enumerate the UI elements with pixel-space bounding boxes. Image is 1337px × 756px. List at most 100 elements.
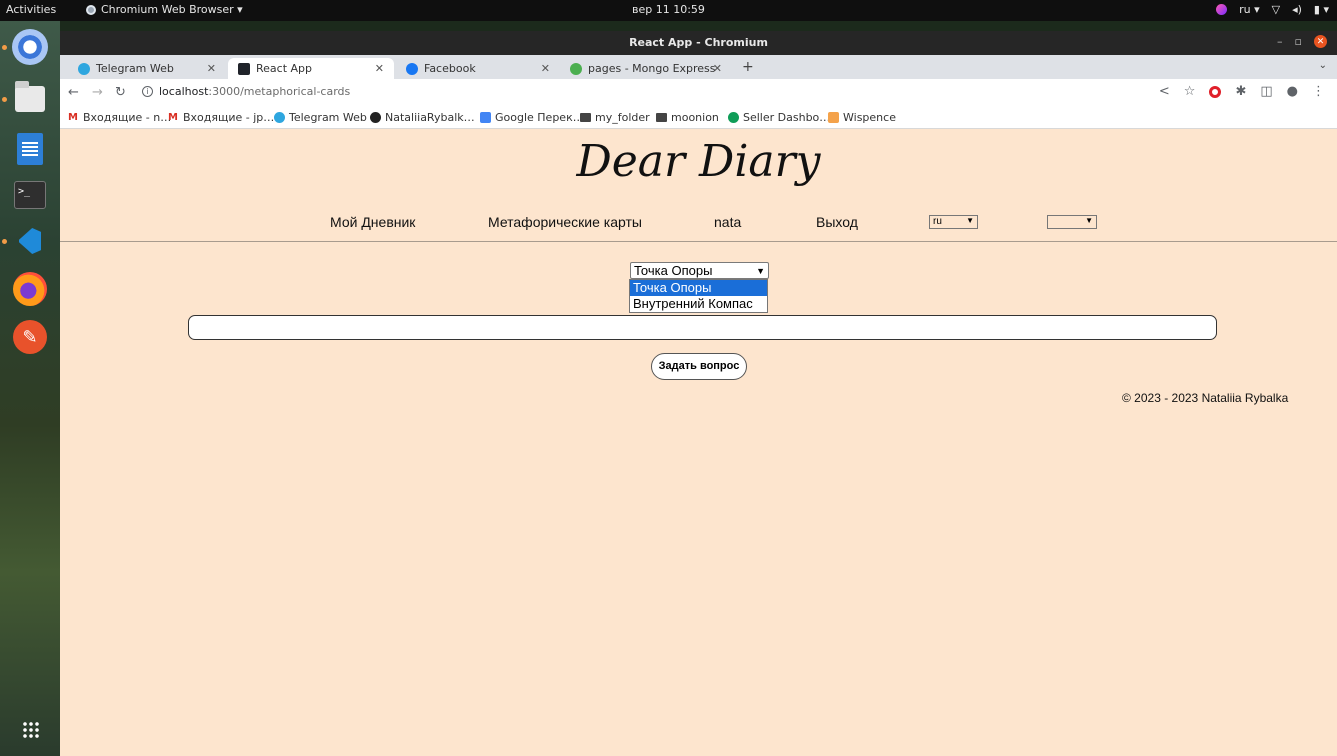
github-icon: [370, 112, 381, 123]
tab-label: React App: [256, 62, 313, 75]
running-indicator: [2, 239, 7, 244]
firefox-tray-icon[interactable]: [1216, 4, 1228, 15]
bookmark-label: Wispence: [843, 111, 896, 124]
app-menu[interactable]: Chromium Web Browser ▾: [86, 3, 243, 16]
copyright-footer: © 2023 - 2023 Nataliia Rybalka: [1122, 391, 1289, 405]
chevron-down-icon: ▼: [1085, 216, 1093, 225]
nav-my-diary[interactable]: Мой Дневник: [330, 214, 415, 230]
bookmark-item[interactable]: Wispence: [828, 111, 896, 124]
tab-label: pages - Mongo Express: [588, 62, 716, 75]
browser-toolbar: ← → ↻ i localhost:3000/metaphorical-card…: [60, 79, 1337, 107]
tab-search-chevron-icon[interactable]: ⌄: [1319, 60, 1327, 71]
activities-button[interactable]: Activities: [6, 3, 56, 16]
secondary-select[interactable]: ▼: [1047, 215, 1097, 229]
address-bar[interactable]: i localhost:3000/metaphorical-cards: [142, 85, 350, 98]
nav-metaphorical-cards[interactable]: Метафорические карты: [488, 214, 642, 230]
site-logo[interactable]: Dear Diary: [60, 136, 1337, 187]
nav-logout[interactable]: Выход: [816, 214, 858, 230]
tab-close-icon[interactable]: ✕: [207, 62, 216, 75]
language-select-value: ru: [933, 216, 942, 227]
app-menu-label: Chromium Web Browser ▾: [101, 3, 243, 16]
tab-close-icon[interactable]: ✕: [375, 62, 384, 75]
folder-icon: [656, 113, 667, 122]
language-indicator[interactable]: ru ▾: [1239, 3, 1260, 16]
bookmark-item[interactable]: Telegram Web: [274, 111, 367, 124]
profile-icon[interactable]: ●: [1287, 84, 1298, 99]
dock-postman[interactable]: ✎: [10, 317, 50, 357]
bookmark-label: moonion: [671, 111, 719, 124]
minimize-icon[interactable]: –: [1277, 35, 1283, 48]
bookmark-item[interactable]: my_folder: [580, 111, 650, 124]
reload-icon[interactable]: ↻: [115, 85, 126, 100]
bookmark-item[interactable]: Seller Dashbo…: [728, 111, 830, 124]
tab-react-app[interactable]: React App ✕: [228, 58, 394, 79]
seller-icon: [728, 112, 739, 123]
dropdown-option[interactable]: Точка Опоры: [630, 280, 767, 296]
bookmark-star-icon[interactable]: ☆: [1184, 84, 1196, 99]
bookmarks-bar: M Входящие - n… M Входящие - jp… Telegram …: [60, 107, 1337, 129]
share-icon[interactable]: <: [1159, 84, 1170, 99]
dock-chromium[interactable]: [10, 27, 50, 67]
bookmark-item[interactable]: moonion: [656, 111, 719, 124]
dock-files[interactable]: [10, 79, 50, 119]
tab-facebook[interactable]: Facebook ✕: [396, 58, 560, 79]
terminal-icon: >_: [14, 181, 46, 209]
dock-vscode[interactable]: [10, 221, 50, 261]
tab-close-icon[interactable]: ✕: [541, 62, 550, 75]
dock-terminal[interactable]: >_: [10, 175, 50, 215]
opera-extension-icon[interactable]: [1209, 85, 1222, 98]
tab-telegram[interactable]: Telegram Web ✕: [68, 58, 226, 79]
folder-icon: [580, 113, 591, 122]
bookmark-item[interactable]: M Входящие - jp…: [168, 111, 274, 124]
tab-label: Telegram Web: [96, 62, 174, 75]
new-tab-icon[interactable]: +: [742, 59, 754, 75]
bookmark-label: Входящие - jp…: [183, 111, 275, 124]
dock-firefox[interactable]: [10, 269, 50, 309]
window-titlebar: React App - Chromium – ▫ ✕: [60, 31, 1337, 55]
vscode-icon: [15, 226, 45, 256]
bookmark-item[interactable]: Google Перек…: [480, 111, 584, 124]
browser-menu-icon[interactable]: ⋮: [1312, 84, 1325, 99]
firefox-icon: [13, 272, 47, 306]
react-icon: [238, 62, 250, 75]
chromium-icon: [12, 29, 48, 65]
bookmark-item[interactable]: NataliiaRybalk…: [370, 111, 475, 124]
tab-label: Facebook: [424, 62, 476, 75]
browser-window: React App - Chromium – ▫ ✕ Telegram Web …: [60, 31, 1337, 756]
dock-writer[interactable]: [10, 129, 50, 169]
language-select[interactable]: ru ▼: [929, 215, 978, 229]
tab-strip: Telegram Web ✕ React App ✕ Facebook ✕ pa…: [60, 55, 1337, 79]
url-path: :3000/metaphorical-cards: [208, 85, 351, 98]
network-icon[interactable]: ▽: [1272, 3, 1280, 16]
back-icon[interactable]: ←: [68, 85, 79, 100]
writer-icon: [17, 133, 43, 165]
tab-mongo-express[interactable]: pages - Mongo Express ✕: [560, 58, 732, 79]
site-info-icon[interactable]: i: [142, 86, 153, 97]
ask-question-button[interactable]: Задать вопрос: [651, 353, 747, 380]
telegram-icon: [78, 62, 90, 75]
chevron-down-icon: ▼: [756, 266, 765, 276]
wispence-icon: [828, 112, 839, 123]
bookmark-label: Google Перек…: [495, 111, 584, 124]
question-input[interactable]: [188, 315, 1217, 340]
files-icon: [15, 81, 45, 112]
battery-icon[interactable]: ▮ ▾: [1314, 3, 1329, 16]
volume-icon[interactable]: ◂): [1292, 3, 1302, 16]
system-tray[interactable]: ru ▾ ▽ ◂) ▮ ▾: [1216, 3, 1329, 16]
header-divider: [60, 241, 1337, 242]
card-deck-select[interactable]: Точка Опоры ▼: [630, 262, 769, 279]
gmail-icon: M: [68, 112, 78, 123]
forward-icon[interactable]: →: [92, 85, 103, 100]
system-top-bar: Activities Chromium Web Browser ▾ вер 11…: [0, 0, 1337, 21]
dropdown-option[interactable]: Внутренний Компас: [630, 296, 767, 312]
nav-user[interactable]: nata: [714, 214, 741, 230]
show-apps-icon[interactable]: [22, 721, 40, 739]
close-window-icon[interactable]: ✕: [1314, 35, 1327, 48]
dock: >_ ✎: [0, 21, 60, 756]
clock[interactable]: вер 11 10:59: [632, 3, 705, 16]
bookmark-item[interactable]: M Входящие - n…: [68, 111, 171, 124]
side-panel-icon[interactable]: ◫: [1260, 84, 1272, 99]
tab-close-icon[interactable]: ✕: [713, 62, 722, 75]
maximize-icon[interactable]: ▫: [1295, 35, 1302, 48]
extensions-puzzle-icon[interactable]: ✱: [1235, 84, 1246, 99]
